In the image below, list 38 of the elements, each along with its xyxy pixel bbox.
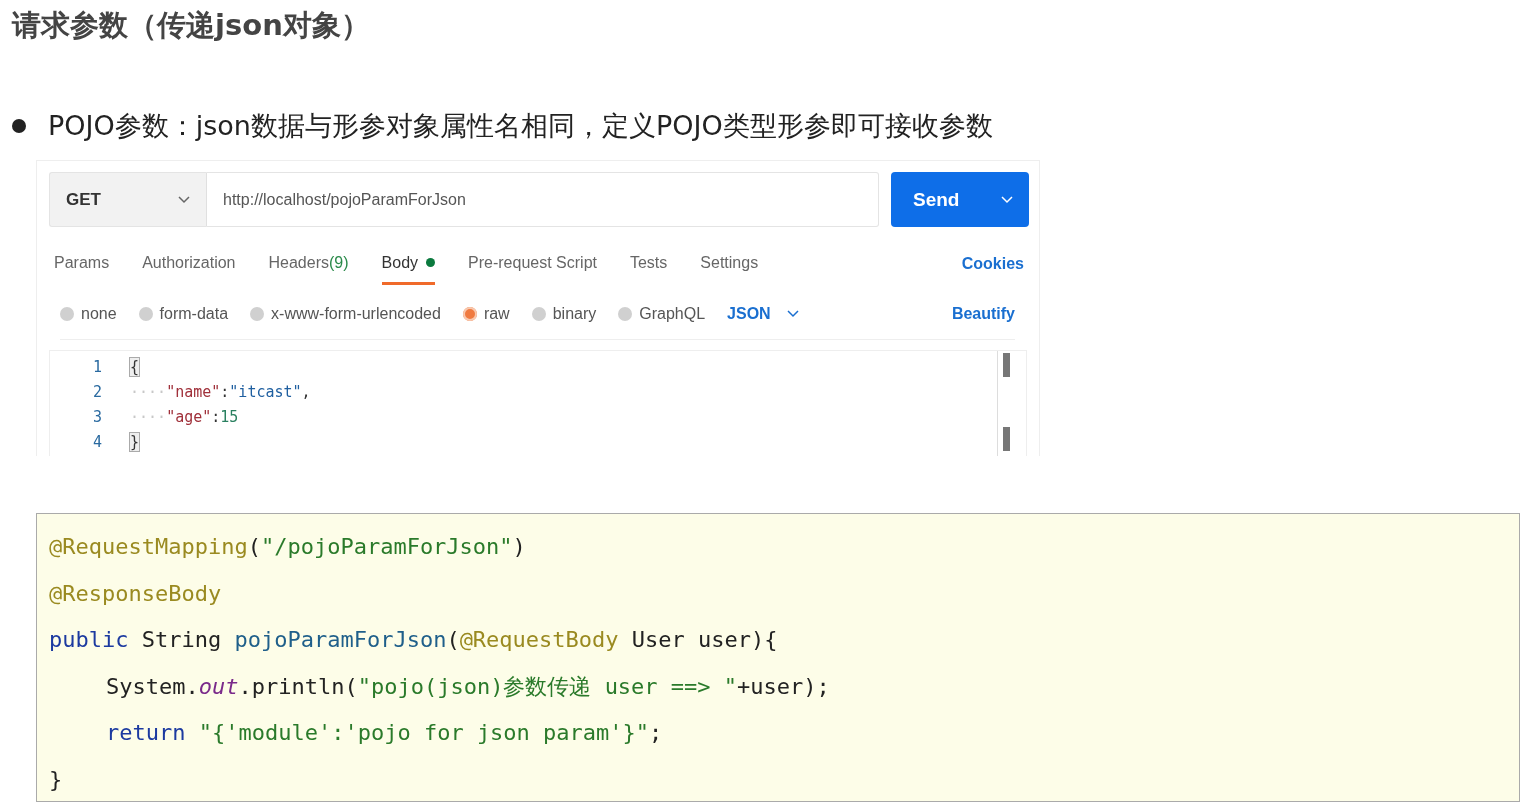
request-tab[interactable]: Pre-request Script xyxy=(468,243,597,285)
code-line: @RequestMapping("/pojoParamForJson") xyxy=(49,533,526,561)
body-type-radio[interactable]: x-www-form-urlencoded xyxy=(250,305,441,323)
body-type-radio[interactable]: none xyxy=(60,305,117,323)
request-tab[interactable]: Authorization xyxy=(142,243,236,285)
method-dropdown[interactable]: GET xyxy=(49,172,207,227)
line-number: 2 xyxy=(91,382,102,401)
beautify-link[interactable]: Beautify xyxy=(951,305,1015,323)
request-tab[interactable]: Settings xyxy=(700,243,759,285)
cookies-link[interactable]: Cookies xyxy=(961,255,1024,273)
line-number: 1 xyxy=(91,357,102,376)
request-tab[interactable]: Tests xyxy=(629,243,668,285)
chevron-down-icon xyxy=(1001,195,1013,204)
code-line: @ResponseBody xyxy=(49,579,222,608)
code-line: return "{'module':'pojo for json param'}"; xyxy=(105,719,663,747)
line-number: 4 xyxy=(91,432,102,451)
send-button[interactable]: Send xyxy=(891,172,1029,227)
url-field[interactable]: http://localhost/pojoParamForJson xyxy=(207,172,879,227)
bullet-icon xyxy=(12,119,26,133)
code-line: public String pojoParamForJson(@RequestBody User user){ xyxy=(49,626,778,654)
format-dropdown[interactable]: JSON xyxy=(727,305,799,323)
bullet-text: POJO参数：json数据与形参对象属性名相同，定义POJO类型形参即可接收参数 xyxy=(48,109,993,143)
json-editor[interactable]: 1 { 2 ····"name":"itcast", 3 ····"age":15 4 } xyxy=(49,350,1027,456)
chevron-down-icon xyxy=(178,195,190,204)
code-line: ····"age":15 xyxy=(130,407,239,426)
request-tab[interactable]: Body xyxy=(381,243,436,285)
code-line: } xyxy=(49,765,63,794)
body-type-radio[interactable]: raw xyxy=(462,305,510,323)
slide-title: 请求参数（传递json对象） xyxy=(12,7,370,44)
code-line: ····"name":"itcast", xyxy=(130,382,311,401)
line-number: 3 xyxy=(91,407,102,426)
chevron-down-icon xyxy=(786,310,799,318)
code-line: System.out.println("pojo(json)参数传递 user ==> "+user); xyxy=(105,672,830,701)
body-type-radio[interactable]: binary xyxy=(531,305,597,323)
body-type-radio[interactable]: form-data xyxy=(138,305,229,323)
body-type-radio[interactable]: GraphQL xyxy=(618,305,706,323)
request-tab[interactable]: Params xyxy=(54,243,110,285)
request-tab[interactable]: Headers(9) xyxy=(268,243,349,285)
